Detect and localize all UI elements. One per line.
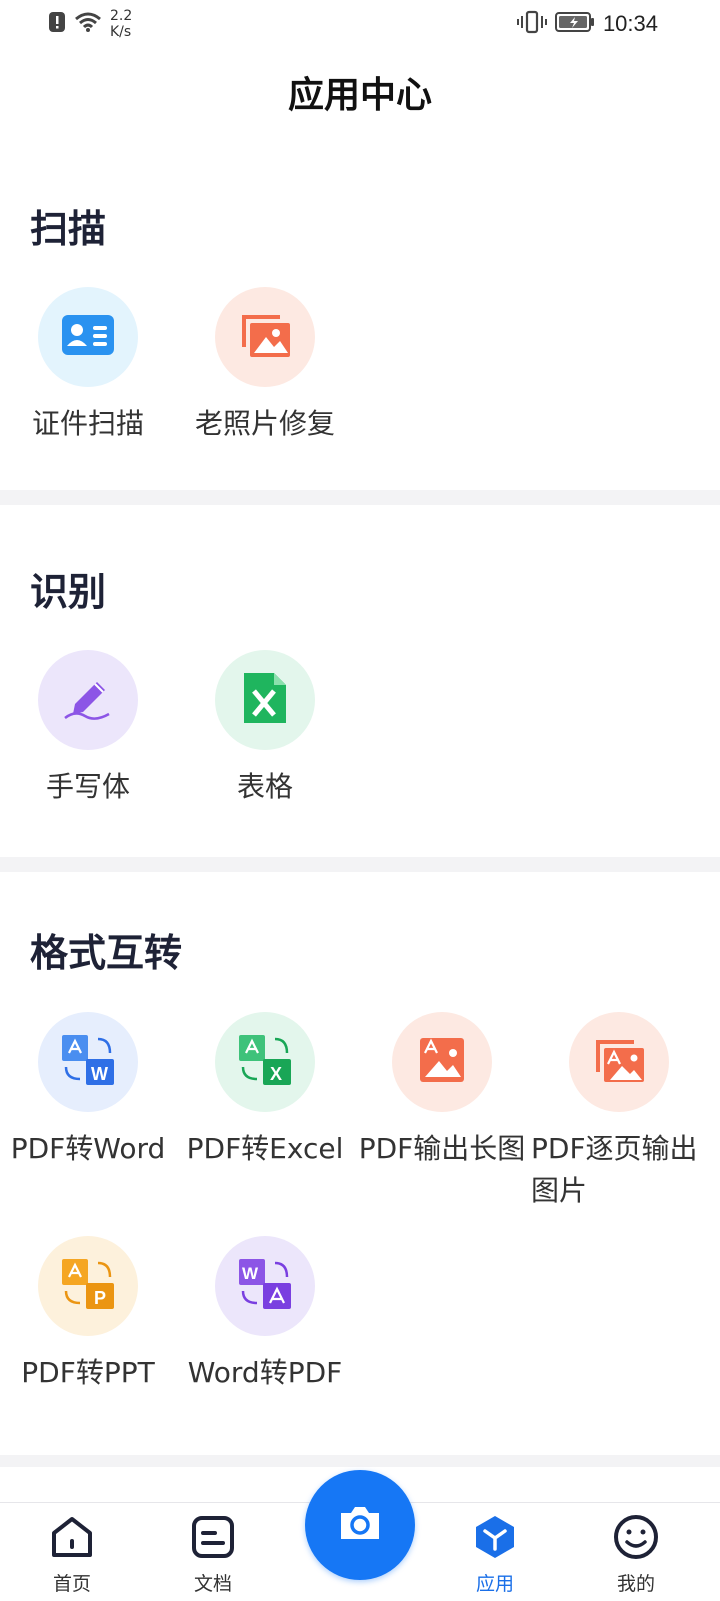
tool-label: PDF转Word bbox=[10, 1132, 166, 1165]
tool-icon-bg: W bbox=[215, 1236, 315, 1336]
tool-pdf-to-ppt[interactable]: P PDF转PPT bbox=[0, 1236, 178, 1394]
tool-icon-bg bbox=[38, 287, 138, 387]
tool-label: PDF逐页输出图片 bbox=[531, 1132, 698, 1207]
section-title-convert: 格式互转 bbox=[30, 931, 183, 975]
tool-pdf-long-image[interactable]: PDF输出长图 bbox=[352, 1012, 532, 1170]
svg-text:W: W bbox=[91, 1064, 108, 1084]
pdf-page-images-icon bbox=[592, 1036, 646, 1088]
camera-button[interactable] bbox=[305, 1470, 415, 1580]
vibrate-icon bbox=[516, 10, 547, 38]
nav-label: 文档 bbox=[193, 1573, 232, 1595]
net-speed: 2.2 K/s bbox=[110, 8, 133, 40]
tool-icon-bg bbox=[569, 1012, 669, 1112]
svg-text:X: X bbox=[270, 1064, 282, 1084]
home-icon bbox=[48, 1517, 96, 1565]
section-scan: 扫描 证件扫描 老照片修复 bbox=[0, 160, 720, 490]
tool-icon-bg bbox=[215, 650, 315, 750]
wifi-icon bbox=[74, 11, 102, 37]
nav-label: 我的 bbox=[616, 1573, 655, 1595]
tool-pdf-to-word[interactable]: W PDF转Word bbox=[0, 1012, 178, 1170]
word-to-pdf-icon: W bbox=[237, 1257, 293, 1315]
nav-label: 应用 bbox=[475, 1573, 514, 1595]
nav-documents[interactable]: 文档 bbox=[163, 1513, 263, 1596]
alert-icon bbox=[48, 10, 66, 38]
tool-id-scan[interactable]: 证件扫描 bbox=[0, 287, 178, 445]
camera-icon bbox=[337, 1503, 383, 1547]
page-title: 应用中心 bbox=[287, 75, 432, 116]
battery-icon bbox=[554, 11, 595, 37]
nav-label: 首页 bbox=[52, 1573, 91, 1595]
tool-icon-bg: X bbox=[215, 1012, 315, 1112]
section-format-convert: 格式互转 W PDF转Word X PDF转Excel PDF输出长图 PDF逐… bbox=[0, 872, 720, 1455]
pdf-to-excel-icon: X bbox=[237, 1033, 293, 1091]
tool-old-photo-restore[interactable]: 老照片修复 bbox=[175, 287, 355, 445]
tool-label: 老照片修复 bbox=[194, 407, 335, 440]
nav-profile[interactable]: 我的 bbox=[586, 1513, 686, 1596]
section-title-recognize: 识别 bbox=[30, 570, 107, 614]
tool-icon-bg: P bbox=[38, 1236, 138, 1336]
section-title-scan: 扫描 bbox=[30, 207, 107, 251]
pdf-long-image-icon bbox=[417, 1035, 467, 1089]
svg-text:W: W bbox=[242, 1264, 259, 1283]
section-divider bbox=[0, 1455, 720, 1467]
tool-icon-bg bbox=[215, 287, 315, 387]
status-left: 2.2 K/s bbox=[48, 8, 132, 40]
excel-sheet-icon bbox=[242, 671, 288, 729]
pdf-to-word-icon: W bbox=[60, 1033, 116, 1091]
pdf-to-ppt-icon: P bbox=[60, 1257, 116, 1315]
tool-icon-bg bbox=[392, 1012, 492, 1112]
tool-pdf-to-excel[interactable]: X PDF转Excel bbox=[175, 1012, 355, 1170]
smile-profile-icon bbox=[612, 1515, 660, 1565]
tool-icon-bg bbox=[38, 650, 138, 750]
status-bar: 2.2 K/s 10:34 bbox=[0, 0, 720, 50]
tool-label: 表格 bbox=[236, 770, 293, 803]
tool-icon-bg: W bbox=[38, 1012, 138, 1112]
apps-cube-icon bbox=[471, 1516, 519, 1565]
clock: 10:34 bbox=[602, 11, 658, 36]
tool-pdf-page-images[interactable]: PDF逐页输出图片 bbox=[529, 1012, 709, 1212]
tool-label: PDF转PPT bbox=[21, 1356, 155, 1389]
section-divider bbox=[0, 490, 720, 505]
svg-text:P: P bbox=[94, 1288, 106, 1308]
section-divider bbox=[0, 857, 720, 872]
tool-label: 手写体 bbox=[45, 770, 130, 803]
document-icon bbox=[189, 1516, 237, 1565]
id-card-icon bbox=[61, 314, 115, 360]
tool-word-to-pdf[interactable]: W Word转PDF bbox=[175, 1236, 355, 1394]
tool-handwriting[interactable]: 手写体 bbox=[0, 650, 178, 808]
nav-home[interactable]: 首页 bbox=[22, 1513, 122, 1596]
section-recognize: 识别 手写体 表格 bbox=[0, 505, 720, 857]
status-right: 10:34 bbox=[516, 10, 658, 38]
tool-label: Word转PDF bbox=[187, 1356, 343, 1389]
photo-restore-icon bbox=[238, 311, 292, 363]
tool-table[interactable]: 表格 bbox=[175, 650, 355, 808]
tool-label: PDF转Excel bbox=[186, 1132, 344, 1165]
tool-label: PDF输出长图 bbox=[358, 1132, 526, 1165]
nav-apps[interactable]: 应用 bbox=[445, 1513, 545, 1596]
tool-label: 证件扫描 bbox=[31, 407, 144, 440]
handwriting-pen-icon bbox=[61, 674, 115, 726]
